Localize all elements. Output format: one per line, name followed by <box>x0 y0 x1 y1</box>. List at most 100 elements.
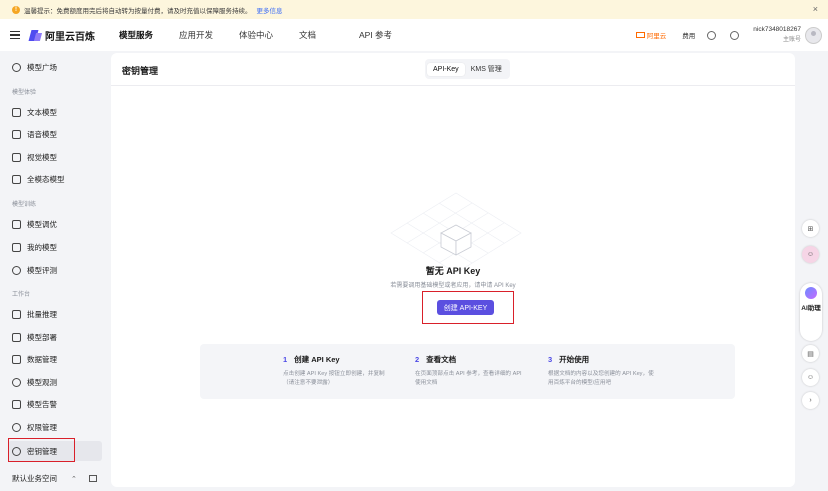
globe-icon[interactable] <box>707 30 717 40</box>
empty-description: 若需要调用基础模型或者应用，请申请 API Key <box>390 283 516 289</box>
nav-tab-model-service[interactable]: 模型服务 <box>119 29 179 41</box>
sidebar-item-evaluation[interactable]: 模型评测 <box>8 260 102 280</box>
warning-icon: ! <box>12 5 20 14</box>
sidebar-group-title: 模型体验 <box>12 90 37 96</box>
sidebar-item-label: 数据管理 <box>27 354 57 364</box>
assistant-avatar-icon[interactable]: ☺ <box>802 246 819 263</box>
notice-bar: ! 温馨提示：免费额度用完后将自动转为按量付费，请及时充值以保障服务持续。 更多… <box>0 0 828 19</box>
step-title: 开始使用 <box>559 355 590 364</box>
sidebar-item-data[interactable]: 数据管理 <box>8 349 102 369</box>
sidebar-item-label: 文本模型 <box>27 107 57 117</box>
sidebar-item-label: 全模态模型 <box>27 174 65 184</box>
aliyun-icon <box>635 32 645 38</box>
chevron-up-icon: ⌃ <box>71 475 77 483</box>
sidebar-item-label: 视觉模型 <box>27 152 57 162</box>
document-icon[interactable]: ▤ <box>802 345 819 362</box>
sidebar-item-alerts[interactable]: 模型告警 <box>8 394 102 414</box>
alert-icon <box>12 399 21 409</box>
nav-tabs: 模型服务 应用开发 体验中心 文档 API 参考 <box>119 29 419 41</box>
sidebar-item-finetune[interactable]: 模型调优 <box>8 214 102 234</box>
sidebar-item-label: 模型部署 <box>27 332 57 342</box>
nav-tab-docs[interactable]: 文档 <box>299 29 359 41</box>
logo-icon <box>30 30 41 41</box>
step-number: 3 <box>548 355 553 364</box>
fee-link[interactable]: 费用 <box>682 30 695 40</box>
sidebar-item-label: 模型告警 <box>27 399 57 409</box>
sidebar-group-title: 模型训练 <box>12 202 37 208</box>
ai-icon <box>805 287 817 299</box>
sidebar-item-label: 权限管理 <box>27 422 57 432</box>
nav-tab-api-ref[interactable]: API 参考 <box>359 29 419 41</box>
sidebar-item-label: 语音模型 <box>27 129 57 139</box>
user-name: nick7348018267 <box>753 26 801 33</box>
waveform-icon <box>12 129 21 139</box>
step-item: 3 开始使用 根据文档的内容以及您创建的 API Key，使用百炼平台的模型/应用… <box>548 354 658 388</box>
ai-assistant-button[interactable]: AI助理 <box>800 283 822 341</box>
page-title: 密钥管理 <box>122 66 159 76</box>
sidebar-item-omni-model[interactable]: 全模态模型 <box>8 169 102 189</box>
ai-label: AI助理 <box>801 305 821 312</box>
workspace-name: 默认业务空间 <box>12 474 57 483</box>
step-title: 查看文档 <box>426 355 457 364</box>
aliyun-link[interactable]: 阿里云 <box>635 30 667 40</box>
user-icon <box>12 422 21 432</box>
aliyun-label: 阿里云 <box>646 33 667 40</box>
sidebar-group-title: 工作台 <box>12 292 31 298</box>
pie-icon <box>12 377 21 387</box>
highlight-box-create <box>422 291 514 324</box>
qrcode-icon[interactable]: ⊞ <box>802 220 819 237</box>
step-description: 点击创建 API Key 按钮立即创建，并复制（请注意不要泄露） <box>283 371 385 386</box>
compass-icon <box>12 265 21 275</box>
smile-icon[interactable]: ☺ <box>802 369 819 386</box>
sidebar-item-label: 批量推理 <box>27 309 57 319</box>
user-role: 主账号 <box>782 37 801 43</box>
user-info[interactable]: nick7348018267 主账号 <box>753 25 801 45</box>
tab-kms[interactable]: KMS 管理 <box>465 61 508 77</box>
sidebar-item-label: 模型调优 <box>27 219 57 229</box>
sidebar-item-label: 模型评测 <box>27 265 57 275</box>
sidebar-item-text-model[interactable]: 文本模型 <box>8 102 102 122</box>
app-name: 阿里云百炼 <box>45 31 95 43</box>
deploy-icon <box>12 332 21 342</box>
avatar[interactable] <box>805 26 822 44</box>
nav-tab-app-dev[interactable]: 应用开发 <box>179 29 239 41</box>
nav-tab-experience[interactable]: 体验中心 <box>239 29 299 41</box>
tab-api-key[interactable]: API-Key <box>427 62 465 76</box>
multimodal-icon <box>12 174 21 184</box>
settings-icon[interactable] <box>730 30 740 40</box>
sidebar-item-permissions[interactable]: 权限管理 <box>8 417 102 437</box>
grid-icon <box>12 242 21 252</box>
chevron-right-icon[interactable]: › <box>802 392 819 409</box>
notice-more-link[interactable]: 更多信息 <box>257 5 283 15</box>
camera-icon <box>12 152 21 162</box>
menu-icon[interactable] <box>10 31 20 39</box>
batch-icon <box>12 309 21 319</box>
sidebar-item-observe[interactable]: 模型观测 <box>8 372 102 392</box>
step-number: 1 <box>283 355 288 364</box>
sidebar-item-batch-inference[interactable]: 批量推理 <box>8 304 102 324</box>
step-item: 2 查看文档 在页面顶部点击 API 参考，查看详细的 API 使用文档 <box>415 354 525 388</box>
close-icon[interactable]: × <box>813 4 818 14</box>
top-nav: 阿里云百炼 模型服务 应用开发 体验中心 文档 API 参考 阿里云 费用 ni… <box>0 19 828 51</box>
sliders-icon <box>12 219 21 229</box>
sidebar-item-model-square[interactable]: 模型广场 <box>8 57 102 77</box>
main-panel: 密钥管理 API-Key KMS 管理 暂无 API Key 若需要调用基础模型… <box>111 53 795 487</box>
getting-started-steps: 1 创建 API Key 点击创建 API Key 按钮立即创建，并复制（请注意不… <box>200 344 735 399</box>
highlight-box-sidebar <box>8 438 75 462</box>
sidebar-item-my-models[interactable]: 我的模型 <box>8 237 102 257</box>
sidebar-item-label: 我的模型 <box>27 242 57 252</box>
notice-text: 温馨提示：免费额度用完后将自动转为按量付费，请及时充值以保障服务持续。 <box>24 7 252 15</box>
right-rail: ⊞ ☺ AI助理 ▤ ☺ › <box>795 51 828 491</box>
text-icon <box>12 107 21 117</box>
collapse-sidebar-icon[interactable] <box>88 475 97 482</box>
sidebar-item-voice-model[interactable]: 语音模型 <box>8 124 102 144</box>
app-logo[interactable]: 阿里云百炼 <box>30 28 95 43</box>
sidebar: 模型广场 模型体验 文本模型 语音模型 视觉模型 全模态模型 模型训练 模型调优… <box>0 51 108 491</box>
header-divider <box>111 85 795 86</box>
workspace-switcher[interactable]: 默认业务空间 ⌃ <box>12 473 102 484</box>
sidebar-item-vision-model[interactable]: 视觉模型 <box>8 147 102 167</box>
empty-title: 暂无 API Key <box>425 266 481 276</box>
cube-icon <box>12 62 21 72</box>
step-description: 根据文档的内容以及您创建的 API Key，使用百炼平台的模型/应用吧 <box>548 371 654 386</box>
sidebar-item-deployment[interactable]: 模型部署 <box>8 327 102 347</box>
